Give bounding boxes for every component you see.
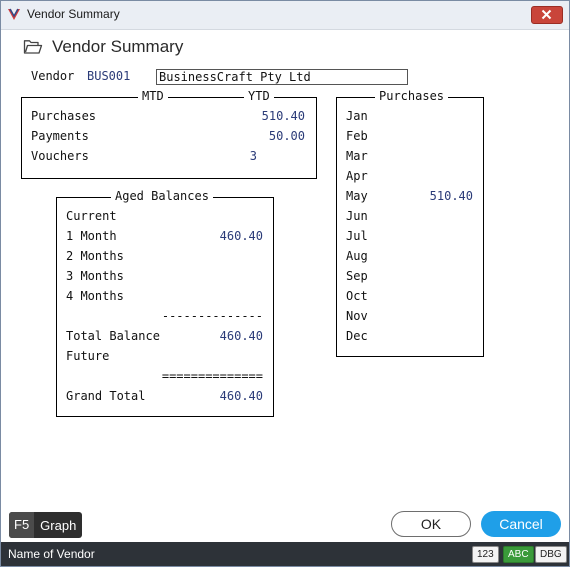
month-label: Mar bbox=[346, 149, 368, 163]
grand-total-value: 460.40 bbox=[219, 389, 263, 403]
page-title: Vendor Summary bbox=[52, 37, 184, 56]
aged-divider-single: -------------- bbox=[161, 309, 263, 323]
total-balance-label: Total Balance bbox=[66, 329, 160, 343]
vendor-code: BUS001 bbox=[87, 69, 131, 83]
status-bar: Name of Vendor 123 ABC DBG bbox=[1, 542, 569, 566]
month-label: Feb bbox=[346, 129, 368, 143]
aged-divider-double: ============== bbox=[161, 369, 263, 383]
future-label: Future bbox=[66, 349, 110, 363]
totals-vouchers-label: Vouchers bbox=[31, 149, 89, 163]
folder-open-icon bbox=[23, 40, 43, 54]
alpha-mode-badge[interactable]: ABC bbox=[503, 546, 534, 563]
totals-payments-ytd: 50.00 bbox=[268, 129, 305, 143]
graph-button-label: Graph bbox=[40, 517, 77, 533]
total-balance-value: 460.40 bbox=[219, 329, 263, 343]
ok-button[interactable]: OK bbox=[391, 511, 471, 537]
month-label: Apr bbox=[346, 169, 368, 183]
month-label: Aug bbox=[346, 249, 368, 263]
close-button[interactable] bbox=[531, 6, 563, 24]
month-value: 510.40 bbox=[429, 189, 473, 203]
aged-2-months-label: 2 Months bbox=[66, 249, 124, 263]
window-title: Vendor Summary bbox=[27, 7, 120, 21]
aged-current-label: Current bbox=[66, 209, 117, 223]
aged-1-month-label: 1 Month bbox=[66, 229, 117, 243]
aged-3-months-label: 3 Months bbox=[66, 269, 124, 283]
totals-payments-label: Payments bbox=[31, 129, 89, 143]
monthly-purchases-title: Purchases bbox=[375, 89, 449, 103]
month-label: Dec bbox=[346, 329, 368, 343]
title-bar: Vendor Summary bbox=[1, 1, 569, 30]
grand-total-label: Grand Total bbox=[66, 389, 146, 403]
totals-vouchers-ytd: 3 bbox=[249, 149, 257, 163]
vendor-name-field[interactable]: BusinessCraft Pty Ltd bbox=[156, 69, 408, 85]
totals-purchases-label: Purchases bbox=[31, 109, 97, 123]
status-text: Name of Vendor bbox=[8, 547, 95, 561]
graph-button[interactable]: F5 Graph bbox=[9, 512, 83, 538]
app-logo-icon bbox=[8, 8, 20, 20]
vendor-summary-window: Vendor Summary Vendor Summary Vendor BUS… bbox=[0, 0, 570, 567]
ytd-header: YTD bbox=[244, 89, 274, 103]
totals-purchases-ytd: 510.40 bbox=[261, 109, 305, 123]
aged-1-month-value: 460.40 bbox=[219, 229, 263, 243]
numeric-mode-badge[interactable]: 123 bbox=[472, 546, 499, 563]
debug-mode-badge[interactable]: DBG bbox=[535, 546, 567, 563]
month-label: Nov bbox=[346, 309, 368, 323]
aged-balances-title: Aged Balances bbox=[111, 189, 213, 203]
month-label: Jan bbox=[346, 109, 368, 123]
month-label: Oct bbox=[346, 289, 368, 303]
mtd-header: MTD bbox=[138, 89, 168, 103]
close-icon bbox=[541, 9, 552, 20]
cancel-button[interactable]: Cancel bbox=[481, 511, 561, 537]
month-label: Jun bbox=[346, 209, 368, 223]
month-label: May bbox=[346, 189, 368, 203]
month-label: Sep bbox=[346, 269, 368, 283]
month-label: Jul bbox=[346, 229, 368, 243]
graph-shortcut-key: F5 bbox=[9, 512, 35, 538]
button-bar: F5 Graph OK Cancel bbox=[1, 509, 569, 541]
aged-4-months-label: 4 Months bbox=[66, 289, 124, 303]
vendor-label: Vendor bbox=[31, 69, 75, 83]
